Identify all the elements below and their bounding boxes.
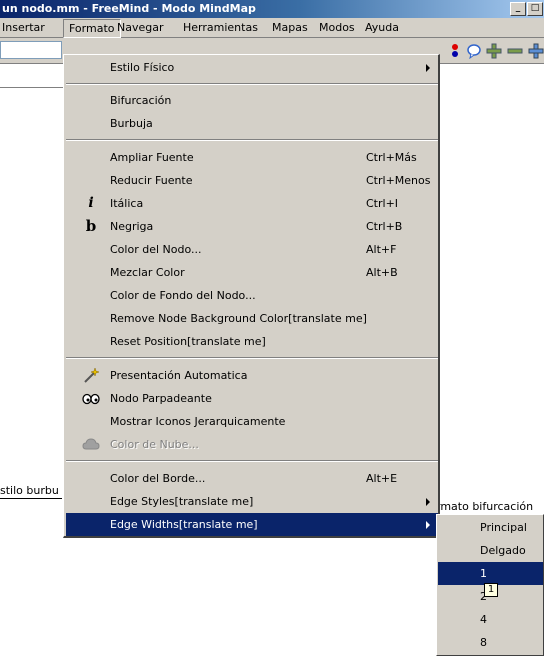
submenu-item-width-8[interactable]: 8 <box>438 631 543 654</box>
menu-item-label: Edge Widths[translate me] <box>110 518 258 531</box>
menu-item-shortcut: Ctrl+B <box>366 220 403 233</box>
minimize-button[interactable]: _ <box>510 2 526 16</box>
menu-item-edge-widths[interactable]: Edge Widths[translate me] <box>66 513 438 536</box>
menu-item-label: Burbuja <box>110 117 153 130</box>
bold-icon: b <box>85 217 97 235</box>
title-bar: un nodo.mm - FreeMind - Modo MindMap _ □ <box>0 0 544 18</box>
menu-item-label: Color de Fondo del Nodo... <box>110 289 256 302</box>
menu-item-label: Reducir Fuente <box>110 174 193 187</box>
menu-item-label: Mostrar Iconos Jerarquicamente <box>110 415 286 428</box>
font-combo[interactable] <box>0 41 62 59</box>
menu-item-shortcut: Ctrl+Menos <box>366 174 431 187</box>
submenu-item-delgado[interactable]: Delgado <box>438 539 543 562</box>
menu-item-label: Nodo Parpadeante <box>110 392 212 405</box>
menu-item-color-nube[interactable]: Color de Nube... <box>66 433 438 456</box>
menu-item-reset-position[interactable]: Reset Position[translate me] <box>66 330 438 353</box>
menu-item-label: Bifurcación <box>110 94 172 107</box>
mindmap-node-left[interactable]: stilo burbu <box>0 484 62 499</box>
menu-item-reducir-fuente[interactable]: Reducir Fuente Ctrl+Menos <box>66 169 438 192</box>
menu-item-shortcut: Alt+E <box>366 472 398 485</box>
menu-item-mezclar-color[interactable]: Mezclar Color Alt+B <box>66 261 438 284</box>
menu-item-label: Negriga <box>110 220 154 233</box>
submenu-item-width-1[interactable]: 1 <box>438 562 543 585</box>
menu-mapas[interactable]: Mapas <box>272 21 308 35</box>
menu-navegar[interactable]: Navegar <box>117 21 164 35</box>
menu-bar: Insertar Formato Navegar Herramientas Ma… <box>0 18 544 38</box>
menu-insertar[interactable]: Insertar <box>2 21 45 35</box>
menu-item-remove-node-background[interactable]: Remove Node Background Color[translate m… <box>66 307 438 330</box>
submenu-item-label: 8 <box>480 636 487 649</box>
menu-item-color-borde[interactable]: Color del Borde... Alt+E <box>66 467 438 490</box>
menu-item-shortcut: Alt+B <box>366 266 398 279</box>
mindmap-node-right[interactable]: rmato bifurcación <box>436 500 544 515</box>
submenu-item-label: 1 <box>480 567 487 580</box>
menu-item-shortcut: Alt+F <box>366 243 397 256</box>
menu-item-label: Color del Borde... <box>110 472 206 485</box>
menu-herramientas[interactable]: Herramientas <box>183 21 258 35</box>
submenu-item-label: Principal <box>480 521 527 534</box>
menu-item-label: Edge Styles[translate me] <box>110 495 254 508</box>
menu-item-negrita[interactable]: b Negriga Ctrl+B <box>66 215 438 238</box>
window-title: un nodo.mm - FreeMind - Modo MindMap <box>2 2 256 15</box>
submenu-item-width-4[interactable]: 4 <box>438 608 543 631</box>
menu-item-presentacion-automatica[interactable]: Presentación Automatica <box>66 364 438 387</box>
menu-item-bifurcacion[interactable]: Bifurcación <box>66 89 438 112</box>
menu-modos[interactable]: Modos <box>319 21 355 35</box>
menu-item-color-nodo[interactable]: Color del Nodo... Alt+F <box>66 238 438 261</box>
menu-ayuda[interactable]: Ayuda <box>365 21 399 35</box>
menu-separator <box>66 460 438 462</box>
menu-item-color-fondo-nodo[interactable]: Color de Fondo del Nodo... <box>66 284 438 307</box>
menu-item-edge-styles[interactable]: Edge Styles[translate me] <box>66 490 438 513</box>
menu-item-mostrar-iconos[interactable]: Mostrar Iconos Jerarquicamente <box>66 410 438 433</box>
menu-item-burbuja[interactable]: Burbuja <box>66 112 438 135</box>
folded-flag-icon[interactable] <box>449 43 465 59</box>
submenu-arrow-icon <box>426 64 430 72</box>
menu-formato[interactable]: Formato <box>63 19 121 38</box>
menu-item-nodo-parpadeante[interactable]: Nodo Parpadeante <box>66 387 438 410</box>
menu-item-italica[interactable]: i Itálica Ctrl+I <box>66 192 438 215</box>
submenu-item-principal[interactable]: Principal <box>438 516 543 539</box>
italic-icon: i <box>88 195 94 211</box>
plus-icon[interactable] <box>486 43 502 59</box>
menu-item-shortcut: Ctrl+I <box>366 197 399 210</box>
menu-item-shortcut: Ctrl+Más <box>366 151 417 164</box>
maximize-button[interactable]: □ <box>527 2 543 16</box>
submenu-arrow-icon <box>426 498 430 506</box>
menu-separator <box>66 357 438 359</box>
menu-item-label: Ampliar Fuente <box>110 151 194 164</box>
menu-item-label: Reset Position[translate me] <box>110 335 266 348</box>
menu-item-ampliar-fuente[interactable]: Ampliar Fuente Ctrl+Más <box>66 146 438 169</box>
tooltip: 1 <box>484 583 498 597</box>
menu-separator <box>66 83 438 85</box>
format-menu: Estilo Físico Bifurcación Burbuja Amplia… <box>63 54 440 538</box>
menu-item-label: Itálica <box>110 197 144 210</box>
menu-item-label: Presentación Automatica <box>110 369 248 382</box>
minus-icon[interactable] <box>507 43 523 59</box>
menu-item-label: Mezclar Color <box>110 266 185 279</box>
menu-item-estilo-fisico[interactable]: Estilo Físico <box>66 56 438 79</box>
menu-item-label: Color de Nube... <box>110 438 199 451</box>
submenu-arrow-icon <box>426 521 430 529</box>
eyes-icon <box>82 393 100 405</box>
menu-separator <box>66 139 438 141</box>
menu-item-label: Remove Node Background Color[translate m… <box>110 312 367 325</box>
submenu-item-label: Delgado <box>480 544 526 557</box>
bubble-icon[interactable] <box>466 43 482 59</box>
magic-wand-icon <box>84 367 100 383</box>
plus-icon[interactable] <box>528 43 544 59</box>
submenu-item-label: 4 <box>480 613 487 626</box>
menu-item-label: Color del Nodo... <box>110 243 202 256</box>
canvas-edge <box>0 87 64 88</box>
menu-item-label: Estilo Físico <box>110 61 175 74</box>
cloud-icon <box>82 438 100 450</box>
